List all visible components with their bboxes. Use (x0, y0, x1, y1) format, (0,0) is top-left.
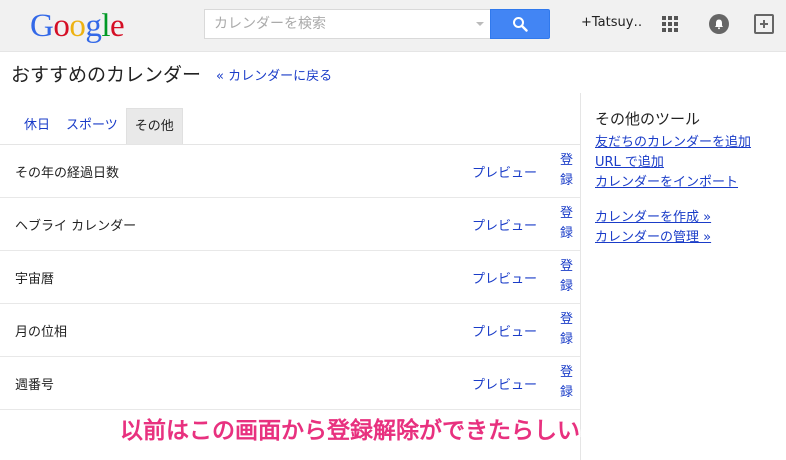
list-item: 週番号 プレビュー 登録 (0, 357, 580, 410)
dropdown-arrow-icon[interactable] (476, 22, 484, 26)
logo-letter: o (69, 8, 86, 44)
manage-calendars-link[interactable]: カレンダーの管理 » (595, 228, 751, 248)
register-link[interactable]: 登録 (560, 257, 574, 297)
add-by-url-link[interactable]: URL で追加 (595, 153, 751, 173)
calendar-name: 宇宙暦 (15, 272, 55, 287)
back-to-calendar-link[interactable]: « カレンダーに戻る (216, 65, 332, 84)
preview-link[interactable]: プレビュー (472, 374, 537, 393)
logo-letter: o (53, 8, 70, 44)
calendar-name: 週番号 (15, 378, 55, 393)
register-link[interactable]: 登録 (560, 151, 574, 191)
tab-sports[interactable]: スポーツ (58, 108, 126, 144)
tab-holidays[interactable]: 休日 (16, 108, 58, 144)
notification-bell-icon[interactable] (709, 14, 729, 34)
preview-link[interactable]: プレビュー (472, 215, 537, 234)
annotation-caption: 以前はこの画面から登録解除ができたらしい (120, 418, 580, 444)
register-link[interactable]: 登録 (560, 310, 574, 350)
apps-grid-icon[interactable] (662, 16, 678, 32)
search-box (204, 9, 490, 39)
tools-heading: その他のツール (595, 110, 701, 128)
top-bar: Google +Tatsuy… (0, 0, 786, 52)
user-name-link[interactable]: +Tatsuy… (581, 15, 641, 30)
preview-link[interactable]: プレビュー (472, 162, 537, 181)
register-link[interactable]: 登録 (560, 204, 574, 244)
bell-icon (715, 19, 723, 30)
list-item: 宇宙暦 プレビュー 登録 (0, 251, 580, 304)
calendar-name: 月の位相 (15, 325, 68, 340)
logo-letter: e (110, 8, 125, 44)
logo-letter: g (85, 8, 102, 44)
create-calendar-link[interactable]: カレンダーを作成 » (595, 208, 751, 228)
share-plus-icon[interactable] (754, 14, 774, 34)
register-link[interactable]: 登録 (560, 363, 574, 403)
other-tools-panel: その他のツール 友だちのカレンダーを追加 URL で追加 カレンダーをインポート… (595, 108, 751, 248)
calendar-list: その年の経過日数 プレビュー 登録 ヘブライ カレンダー プレビュー 登録 宇宙… (0, 145, 580, 410)
add-friend-calendar-link[interactable]: 友だちのカレンダーを追加 (595, 133, 751, 153)
list-item: 月の位相 プレビュー 登録 (0, 304, 580, 357)
logo-letter: G (30, 8, 54, 44)
category-tabs: 休日 スポーツ その他 (16, 108, 183, 144)
calendar-name: その年の経過日数 (15, 166, 120, 181)
list-item: その年の経過日数 プレビュー 登録 (0, 145, 580, 198)
google-logo[interactable]: Google (30, 6, 125, 46)
page-title: おすすめのカレンダー (11, 64, 202, 86)
plus-icon (760, 20, 768, 28)
sidebar-divider (580, 93, 581, 460)
search-input[interactable] (205, 10, 490, 38)
tab-other[interactable]: その他 (125, 108, 183, 144)
import-calendar-link[interactable]: カレンダーをインポート (595, 173, 751, 193)
list-item: ヘブライ カレンダー プレビュー 登録 (0, 198, 580, 251)
search-button[interactable] (490, 9, 550, 39)
search-icon (513, 17, 528, 32)
preview-link[interactable]: プレビュー (472, 321, 537, 340)
calendar-name: ヘブライ カレンダー (15, 219, 137, 234)
logo-letter: l (101, 8, 111, 44)
preview-link[interactable]: プレビュー (472, 268, 537, 287)
